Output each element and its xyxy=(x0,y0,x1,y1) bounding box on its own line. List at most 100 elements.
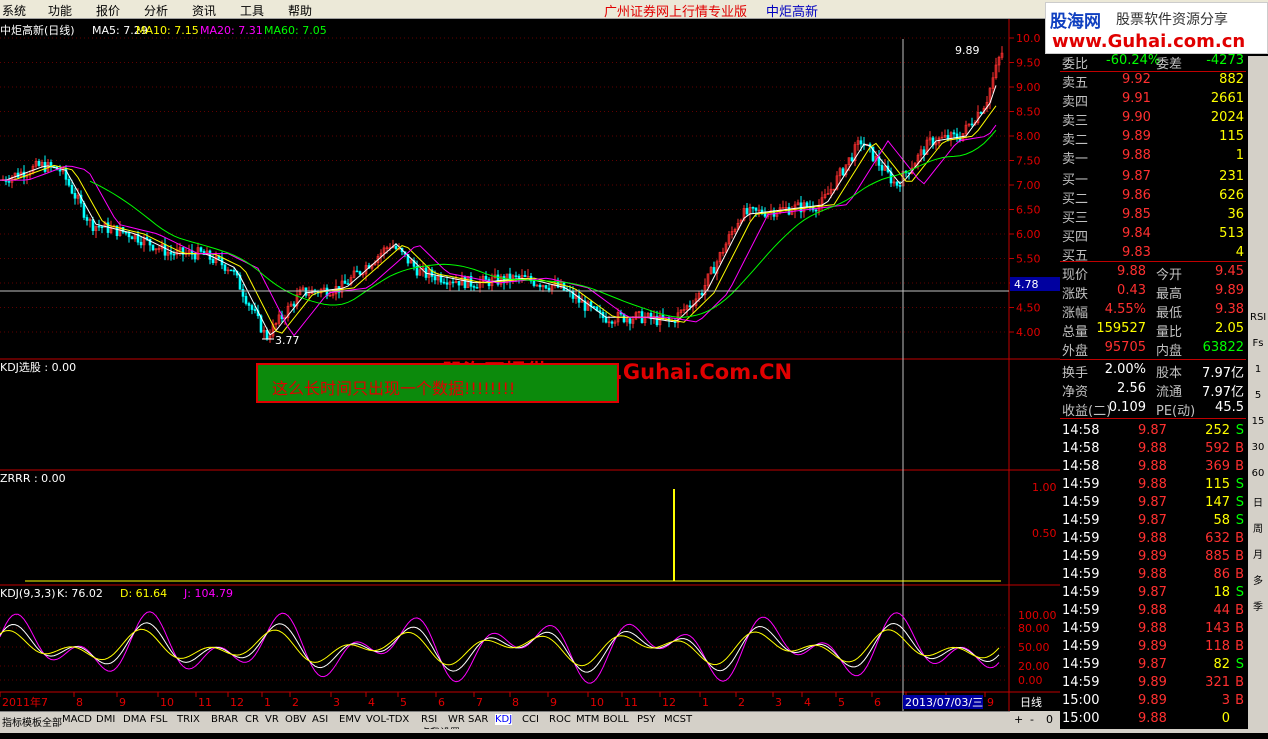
candle-body xyxy=(463,276,467,289)
tool-button[interactable]: 周 xyxy=(1250,520,1266,535)
fundamental-row: 收益(二) 0.109 PE(动) 45.5 xyxy=(1062,400,1246,419)
menu-tools[interactable]: 工具 xyxy=(240,2,264,19)
fund-label: 收益(二) xyxy=(1062,404,1112,419)
indicator-tab[interactable]: MTM xyxy=(576,714,599,725)
quote-value: 9.38 xyxy=(1215,302,1244,317)
indicator-tab[interactable]: MACD xyxy=(62,714,92,725)
quote-row: 涨幅 4.55% 最低 9.38 xyxy=(1062,302,1246,321)
quote-value: 9.45 xyxy=(1215,264,1244,279)
tick-side: B xyxy=(1235,675,1244,690)
indicator-tab[interactable]: MCST xyxy=(664,714,692,725)
indicator-tab[interactable]: 全部 xyxy=(42,714,62,729)
date-tick-label: 6 xyxy=(438,696,445,709)
ma20-label: MA20: 7.31 xyxy=(200,24,263,37)
indicator-tab[interactable]: DMI xyxy=(96,714,115,725)
quote-panel: 委比 -60.24% 委差 -4273 卖五 9.92 882 卖四 9.91 2661 卖三 9.9… xyxy=(1060,53,1246,726)
tick-row: 14:59 9.87 18 S xyxy=(1062,585,1246,603)
kdj-d-value: D: 61.64 xyxy=(120,587,167,600)
zoom-out-button[interactable]: - xyxy=(1030,713,1034,726)
tick-price: 9.87 xyxy=(1138,585,1167,600)
sell-level-row: 卖二 9.89 115 xyxy=(1062,129,1246,148)
tick-row: 14:58 9.88 592 B xyxy=(1062,441,1246,459)
candle-body xyxy=(433,276,437,281)
indicator-tab[interactable]: VOL-TDX xyxy=(366,714,409,725)
tick-time: 14:59 xyxy=(1062,495,1100,510)
candle-body xyxy=(253,309,257,311)
tick-side: S xyxy=(1235,585,1244,600)
indicator-tab[interactable]: WR xyxy=(448,714,465,725)
sell-volume: 2661 xyxy=(1210,91,1244,106)
tool-button[interactable]: RSI xyxy=(1250,312,1266,323)
indicator-tab[interactable]: OBV xyxy=(285,714,306,725)
candle-body xyxy=(712,267,716,274)
menu-quote[interactable]: 报价 xyxy=(96,2,120,19)
tick-price: 9.87 xyxy=(1138,495,1167,510)
tick-price: 9.89 xyxy=(1138,675,1167,690)
tick-price: 9.87 xyxy=(1138,657,1167,672)
indicator-tab[interactable]: 指标 xyxy=(2,714,22,729)
quote-value: 63822 xyxy=(1202,340,1244,355)
indicator-tab[interactable]: DMA xyxy=(123,714,146,725)
menu-function[interactable]: 功能 xyxy=(48,2,72,19)
tool-button[interactable]: 月 xyxy=(1250,546,1266,561)
tick-time: 14:58 xyxy=(1062,459,1100,474)
candle-body xyxy=(763,213,767,217)
date-tick-label: 12 xyxy=(662,696,676,709)
indicator-tab[interactable]: ASI xyxy=(312,714,328,725)
tool-button[interactable]: 日 xyxy=(1250,494,1266,509)
tool-button[interactable]: 1 xyxy=(1250,364,1266,375)
sell-level-row: 卖三 9.90 2024 xyxy=(1062,110,1246,129)
date-tick-label: 10 xyxy=(590,696,604,709)
tool-button[interactable]: 多 xyxy=(1250,572,1266,587)
tool-button[interactable]: 15 xyxy=(1250,416,1266,427)
kdj-j-value: J: 104.79 xyxy=(183,587,233,600)
candle-body xyxy=(538,284,542,288)
kdj-yaxis: 100.0080.00 50.00 20.000.00 xyxy=(0,609,1057,687)
price-yaxis: 10.0 9.50 9.00 8.50 8.00 7.50 7.00 6.50 6.00 5.50… xyxy=(1009,32,1041,339)
indicator-tab[interactable]: 模板 xyxy=(22,714,42,729)
indicator-tab[interactable]: BRAR xyxy=(211,714,238,725)
candle-body xyxy=(442,281,446,284)
tick-side: B xyxy=(1235,549,1244,564)
kdj-tick-label: 50.00 xyxy=(1018,641,1050,654)
indicator-tab[interactable]: PSY xyxy=(637,714,656,725)
zoom-reset-button[interactable]: 0 xyxy=(1046,713,1053,726)
zoom-in-button[interactable]: + xyxy=(1014,713,1023,726)
date-axis: 2011年789101112123456789101112123456789 xyxy=(0,692,994,709)
indicator-tab[interactable]: EMV xyxy=(339,714,361,725)
tool-button[interactable]: 60 xyxy=(1250,468,1266,479)
indicator-tab[interactable]: TRIX xyxy=(177,714,200,725)
candle-body xyxy=(232,270,236,272)
tool-button[interactable]: Fs xyxy=(1250,338,1266,349)
panel-separator xyxy=(1060,261,1246,262)
menu-system[interactable]: 系统 xyxy=(2,2,26,19)
indicator-tab[interactable]: FSL xyxy=(150,714,168,725)
candle-body xyxy=(745,208,749,215)
tick-time: 14:58 xyxy=(1062,441,1100,456)
menu-help[interactable]: 帮助 xyxy=(288,2,312,19)
tick-price: 9.87 xyxy=(1138,513,1167,528)
sell-volume: 2024 xyxy=(1210,110,1244,125)
tool-button[interactable]: 30 xyxy=(1250,442,1266,453)
indicator-tab[interactable]: CR xyxy=(245,714,259,725)
indicator-tab[interactable]: KDJ xyxy=(495,714,513,725)
value: -60.24% xyxy=(1106,53,1161,68)
tool-button[interactable]: 5 xyxy=(1250,390,1266,401)
indicator-tab[interactable]: VR xyxy=(265,714,279,725)
period-label[interactable]: 日线 xyxy=(1020,695,1042,709)
indicator-tab[interactable]: BOLL xyxy=(603,714,629,725)
quote-label: 最低 xyxy=(1156,306,1183,321)
buy-price: 9.87 xyxy=(1122,169,1151,184)
fundamental-row: 换手 2.00% 股本 7.97亿 xyxy=(1062,362,1246,381)
indicator-tab[interactable]: CCI xyxy=(522,714,539,725)
tool-button[interactable]: 季 xyxy=(1250,598,1266,613)
indicator-tab[interactable]: SAR xyxy=(468,714,488,725)
menu-news[interactable]: 资讯 xyxy=(192,2,216,19)
menu-analysis[interactable]: 分析 xyxy=(144,2,168,19)
moving-average-lines xyxy=(0,85,997,337)
date-tick-label: 5 xyxy=(838,696,845,709)
indicator-tab[interactable]: RSI xyxy=(421,714,437,725)
indicator-tab[interactable]: ROC xyxy=(549,714,571,725)
tick-volume: 118 xyxy=(1205,639,1230,654)
candle-body xyxy=(97,225,101,228)
